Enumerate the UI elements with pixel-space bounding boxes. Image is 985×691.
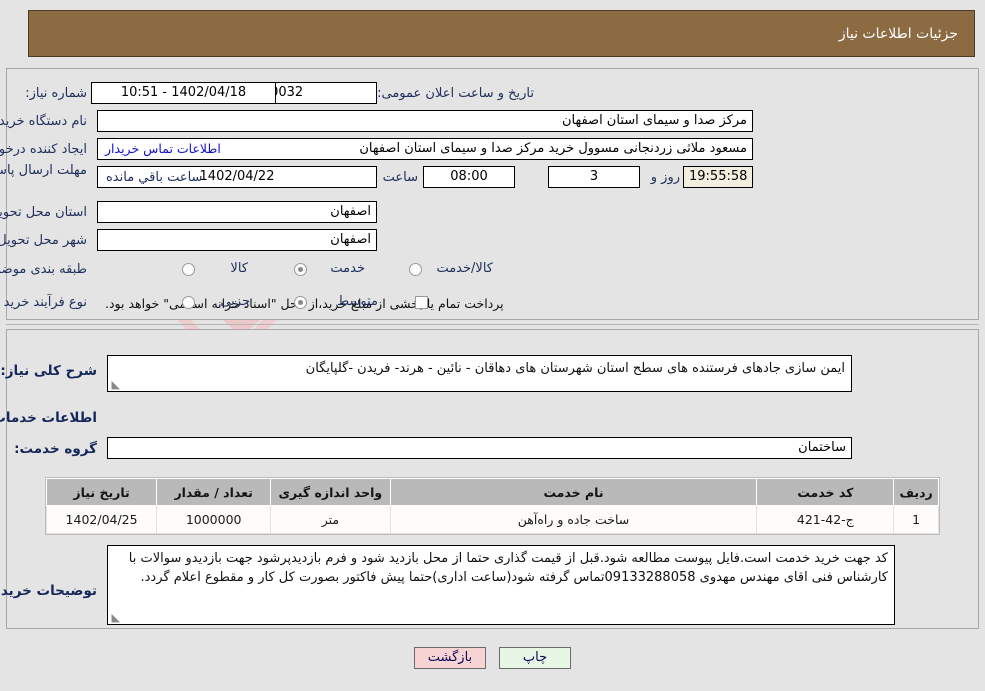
service-group-value[interactable]: ساختمان bbox=[107, 437, 852, 459]
button-row: چاپ بازگشت bbox=[0, 646, 985, 669]
deadline-hour-value[interactable]: 08:00 bbox=[423, 166, 515, 188]
cell-quantity: 1000000 bbox=[156, 505, 272, 534]
page-header: جزئیات اطلاعات نیاز bbox=[28, 10, 975, 57]
public-announce-label: تاریخ و ساعت اعلان عمومی: bbox=[377, 86, 534, 101]
deadline-hour-label: ساعت bbox=[382, 170, 418, 185]
requester-label: ایجاد کننده درخواست: bbox=[0, 142, 87, 157]
table-header-row: ردیف کد خدمت نام خدمت واحد اندازه گیری ت… bbox=[45, 478, 939, 506]
category-option-khedmat-label: خدمت bbox=[330, 261, 365, 276]
services-table: ردیف کد خدمت نام خدمت واحد اندازه گیری ت… bbox=[45, 478, 939, 534]
description-value: ایمن سازی جادهای فرستنده های سطح استان ش… bbox=[305, 361, 845, 376]
buyer-notes-label: توضیحات خریدار: bbox=[0, 583, 97, 599]
col-service-code: کد خدمت bbox=[756, 478, 895, 506]
col-service-name: نام خدمت bbox=[389, 478, 758, 506]
buyer-notes-value: کد جهت خرید خدمت است.فایل پیوست مطالعه ش… bbox=[128, 551, 888, 585]
need-number-label: شماره نیاز: bbox=[25, 86, 87, 101]
col-quantity: تعداد / مقدار bbox=[156, 478, 272, 506]
process-option-motevaset-label: متوسط bbox=[337, 294, 378, 309]
col-need-date: تاریخ نیاز bbox=[45, 478, 158, 506]
process-radio-jozei[interactable] bbox=[182, 296, 195, 309]
page-title: جزئیات اطلاعات نیاز bbox=[838, 26, 958, 42]
buyer-org-value[interactable]: مرکز صدا و سیمای استان اصفهان bbox=[97, 110, 753, 132]
print-button[interactable]: چاپ bbox=[499, 647, 572, 669]
treasury-checkbox[interactable] bbox=[415, 296, 428, 309]
cell-row-no: 1 bbox=[893, 505, 939, 534]
back-button[interactable]: بازگشت bbox=[413, 647, 486, 669]
public-announce-value[interactable]: 1402/04/18 - 10:51 bbox=[91, 82, 276, 104]
buyer-notes-textarea[interactable]: کد جهت خرید خدمت است.فایل پیوست مطالعه ش… bbox=[107, 545, 895, 625]
deadline-label-text: مهلت ارسال پاسخ: تا تاریخ: bbox=[0, 163, 87, 178]
remaining-days-value[interactable]: 3 bbox=[548, 166, 640, 188]
remaining-time-value: 19:55:58 bbox=[683, 166, 753, 188]
remaining-days-label: روز و bbox=[650, 170, 680, 185]
city-label: شهر محل تحویل: bbox=[0, 233, 87, 248]
process-label: نوع فرآیند خرید : bbox=[0, 295, 87, 310]
resize-grip-icon[interactable]: ◣ bbox=[110, 379, 120, 390]
services-heading: اطلاعات خدمات مورد نیاز bbox=[0, 410, 97, 426]
category-radio-kala-khedmat[interactable] bbox=[409, 263, 422, 276]
category-label: طبقه بندی موضوعی: bbox=[0, 262, 87, 277]
cell-need-date: 1402/04/25 bbox=[45, 505, 158, 534]
resize-grip-icon-notes[interactable]: ◣ bbox=[110, 612, 120, 623]
process-radio-motevaset[interactable] bbox=[294, 296, 307, 309]
table-row[interactable]: 1 ج-42-421 ساخت جاده و راه‌آهن متر 10000… bbox=[45, 505, 939, 534]
buyer-org-label: نام دستگاه خریدار: bbox=[0, 114, 87, 129]
process-option-jozei-label: جزیی bbox=[220, 294, 250, 309]
category-option-kala-khedmat-label: کالا/خدمت bbox=[436, 261, 493, 276]
col-row-no: ردیف bbox=[893, 478, 939, 506]
category-radio-kala[interactable] bbox=[182, 263, 195, 276]
cell-service-code: ج-42-421 bbox=[756, 505, 895, 534]
buyer-contact-link[interactable]: اطلاعات تماس خریدار bbox=[105, 141, 221, 156]
cell-unit: متر bbox=[270, 505, 391, 534]
deadline-label: مهلت ارسال پاسخ: تا تاریخ: bbox=[0, 162, 87, 179]
province-value[interactable]: اصفهان bbox=[97, 201, 377, 223]
remaining-time-label: ساعت باقي مانده bbox=[106, 170, 203, 185]
col-unit: واحد اندازه گیری bbox=[270, 478, 391, 506]
city-value[interactable]: اصفهان bbox=[97, 229, 377, 251]
cell-service-name: ساخت جاده و راه‌آهن bbox=[389, 505, 758, 534]
category-option-kala-label: کالا bbox=[230, 261, 248, 276]
category-radio-khedmat[interactable] bbox=[294, 263, 307, 276]
panel-divider bbox=[6, 324, 979, 325]
service-group-label: گروه خدمت: bbox=[14, 441, 97, 457]
need-details-page: AriaTender.net جزئیات اطلاعات نیاز شماره… bbox=[0, 0, 985, 691]
description-textarea[interactable]: ایمن سازی جادهای فرستنده های سطح استان ش… bbox=[107, 355, 852, 392]
summary-panel bbox=[6, 68, 979, 320]
province-label: استان محل تحویل: bbox=[0, 205, 87, 220]
description-label: شرح کلی نیاز: bbox=[0, 363, 97, 379]
